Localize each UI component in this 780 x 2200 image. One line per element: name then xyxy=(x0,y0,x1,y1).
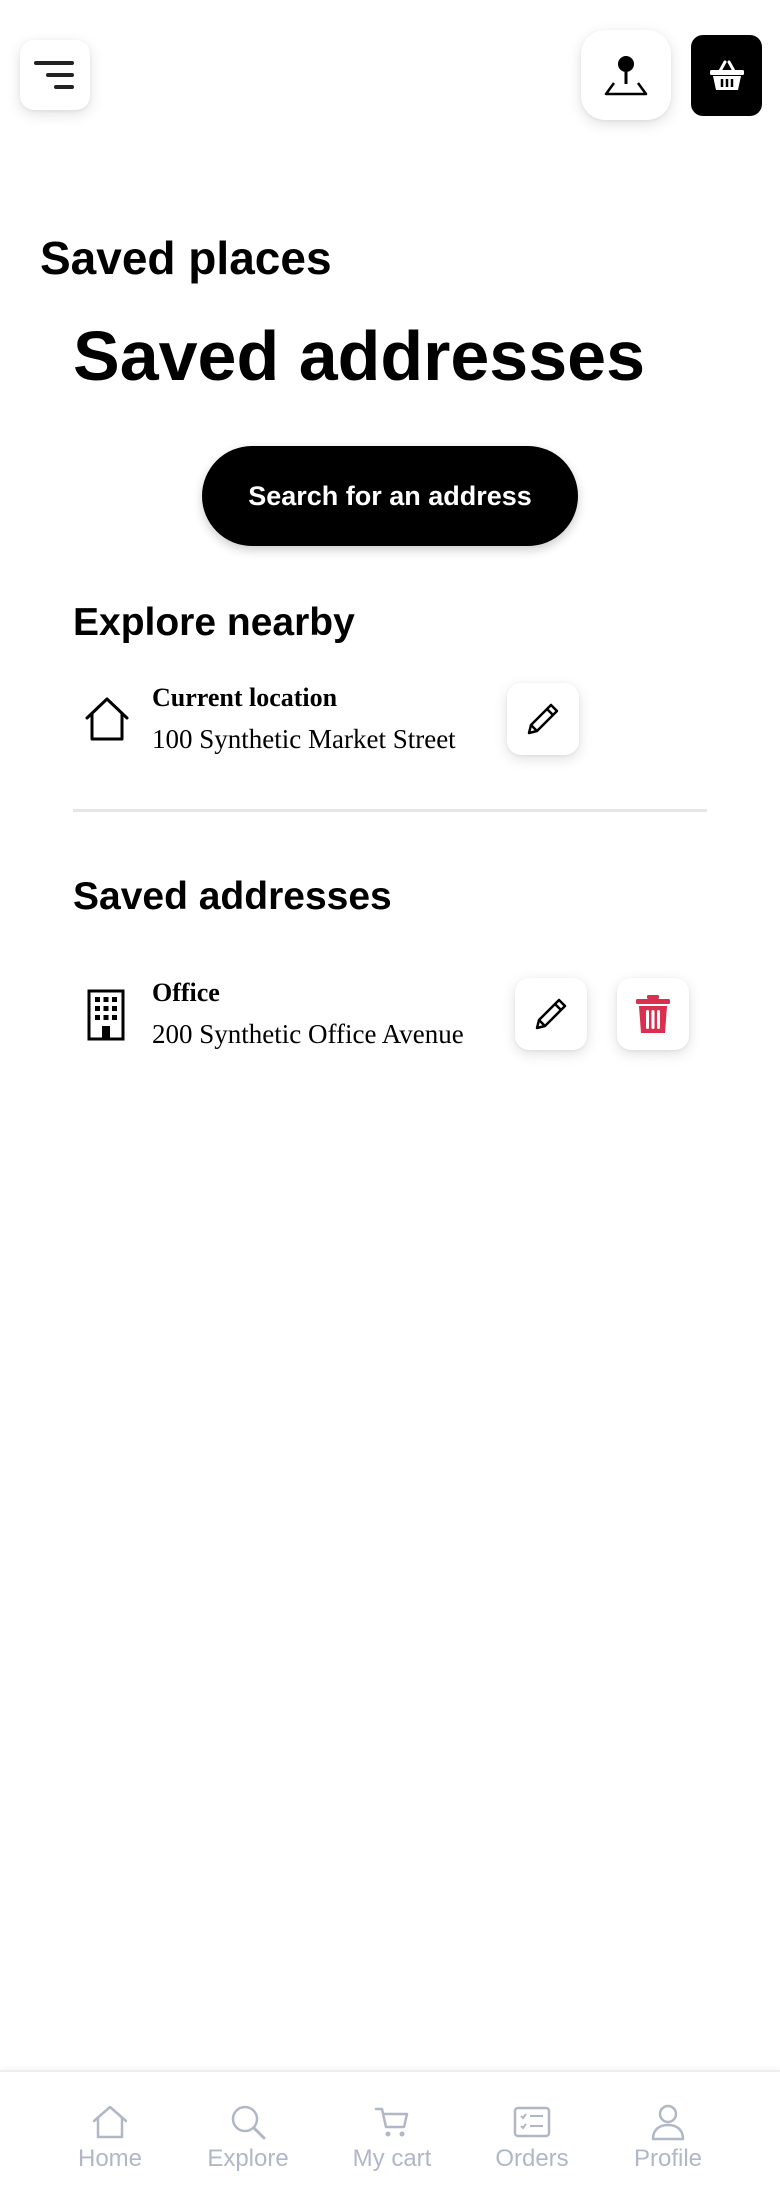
current-location-address: 100 Synthetic Market Street xyxy=(152,724,456,754)
profile-icon xyxy=(651,2104,685,2141)
nav-label-explore: Explore xyxy=(207,2145,289,2172)
nav-item-orders[interactable]: Orders xyxy=(462,2072,602,2200)
explore-nearby-heading: Explore nearby xyxy=(73,601,355,644)
current-location-title: Current location xyxy=(152,683,338,712)
basket-button[interactable] xyxy=(691,35,762,116)
saved-address-text: 200 Synthetic Office Avenue xyxy=(152,1019,464,1049)
nav-label-my-cart: My cart xyxy=(352,2145,432,2172)
menu-button[interactable] xyxy=(20,40,90,110)
nav-item-explore[interactable]: Explore xyxy=(178,2072,318,2200)
orders-icon xyxy=(513,2106,551,2138)
cart-icon xyxy=(374,2107,409,2137)
search-icon xyxy=(231,2105,266,2140)
pencil-icon xyxy=(527,703,559,735)
house-icon xyxy=(85,697,129,741)
section-divider xyxy=(73,809,707,812)
page-heading: Saved addresses xyxy=(73,317,646,395)
search-address-button[interactable]: Search for an address xyxy=(202,446,578,546)
saved-addresses-heading: Saved addresses xyxy=(73,875,392,918)
bottom-navigation: Home Explore My cart Orders Profile xyxy=(0,2070,780,2200)
screen-title: Saved places xyxy=(40,232,332,284)
home-icon xyxy=(92,2105,128,2139)
nav-item-profile[interactable]: Profile xyxy=(598,2072,738,2200)
trash-icon xyxy=(636,995,670,1033)
nav-item-home[interactable]: Home xyxy=(40,2072,180,2200)
basket-icon xyxy=(709,60,744,90)
delete-saved-address-button[interactable] xyxy=(617,978,689,1050)
edit-current-location-button[interactable] xyxy=(507,683,579,755)
edit-saved-address-button[interactable] xyxy=(515,978,587,1050)
menu-lines-icon xyxy=(34,61,74,89)
nav-label-home: Home xyxy=(77,2145,143,2172)
nav-item-my-cart[interactable]: My cart xyxy=(322,2072,462,2200)
saved-address-row[interactable]: Office 200 Synthetic Office Avenue xyxy=(73,967,513,1067)
saved-address-title: Office xyxy=(152,978,220,1007)
map-pin-icon xyxy=(604,56,648,96)
building-icon xyxy=(87,989,125,1041)
pencil-icon xyxy=(535,998,567,1030)
nav-label-orders: Orders xyxy=(495,2145,569,2172)
map-location-button[interactable] xyxy=(581,30,671,120)
nav-label-profile: Profile xyxy=(633,2145,703,2172)
